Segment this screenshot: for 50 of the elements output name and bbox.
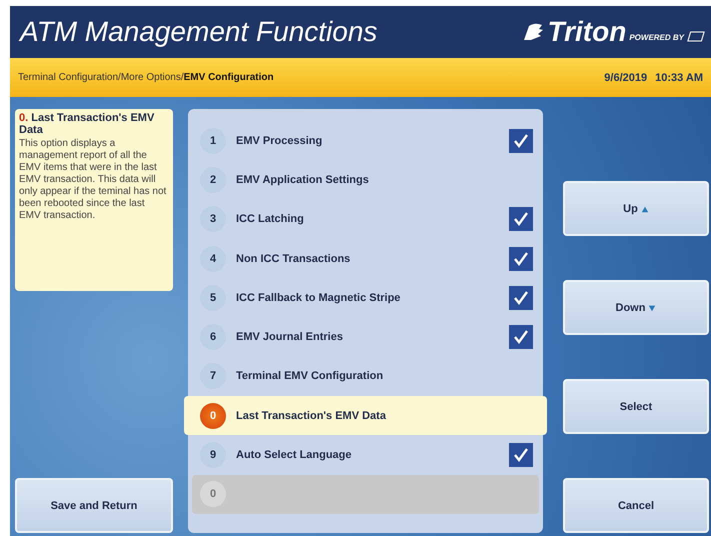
- screen-title: ATM Management Functions: [20, 16, 378, 48]
- option-row[interactable]: 0 Last Transaction's EMV Data: [184, 396, 547, 436]
- option-row[interactable]: 5 ICC Fallback to Magnetic Stripe: [192, 278, 539, 318]
- option-row[interactable]: 6 EMV Journal Entries: [192, 317, 539, 357]
- option-label: EMV Processing: [236, 134, 324, 147]
- breadcrumb: Terminal Configuration/More Options/EMV Configuration: [18, 72, 274, 83]
- save-and-return-button[interactable]: Save and Return: [15, 478, 173, 533]
- option-number: 6: [200, 324, 226, 350]
- option-number: 0: [200, 402, 226, 429]
- option-row[interactable]: 3 ICC Latching: [192, 200, 539, 239]
- option-label: Non ICC Transactions: [236, 252, 352, 265]
- checkbox-icon[interactable]: [509, 286, 533, 310]
- option-row[interactable]: 4 Non ICC Transactions: [192, 238, 539, 278]
- option-number: 5: [200, 284, 226, 311]
- date-text: 9/6/2019: [604, 72, 648, 84]
- checkbox-icon[interactable]: [509, 325, 533, 350]
- option-row[interactable]: 9 Auto Select Language: [192, 435, 539, 475]
- time-text: 10:33 AM: [655, 72, 703, 84]
- brand-tagline: POWERED BY: [629, 32, 684, 42]
- checkbox-icon[interactable]: [509, 207, 533, 232]
- down-arrow-icon: [648, 304, 656, 312]
- option-number: 4: [200, 246, 226, 272]
- logo-icon: [687, 30, 705, 42]
- option-number: 3: [200, 206, 226, 232]
- option-number: 9: [200, 442, 226, 468]
- option-number: 1: [200, 128, 226, 154]
- option-label: Last Transaction's EMV Data: [236, 410, 387, 422]
- option-label: Terminal EMV Configuration: [236, 370, 384, 382]
- option-number: 7: [200, 363, 226, 390]
- option-label: ICC Latching: [236, 213, 305, 226]
- option-label: EMV Application Settings: [236, 174, 370, 186]
- option-label: ICC Fallback to Magnetic Stripe: [236, 292, 402, 304]
- option-label: EMV Journal Entries: [236, 331, 344, 344]
- option-label: Auto Select Language: [236, 449, 353, 462]
- option-number: 2: [200, 166, 226, 193]
- help-title: 0. Last Transaction's EMV Data: [19, 112, 156, 136]
- option-number: 0: [200, 481, 226, 508]
- nav-button[interactable]: Down: [563, 280, 709, 335]
- help-text: This option displays a management report of all the EMV items that were in the last EMV transaction. This data will only appear if the teminal has not been rebooted since the last EMV transaction.: [19, 138, 168, 222]
- option-row[interactable]: 2 EMV Application Settings: [192, 160, 539, 200]
- brand-logo: Triton: [548, 16, 626, 48]
- up-arrow-icon: [640, 204, 649, 212]
- checkbox-icon[interactable]: [509, 246, 533, 271]
- checkbox-icon[interactable]: [509, 443, 533, 468]
- nav-button[interactable]: Up: [563, 181, 709, 236]
- option-row[interactable]: 1 EMV Processing: [192, 121, 539, 160]
- checkbox-icon[interactable]: [509, 128, 533, 153]
- nav-button[interactable]: Select: [563, 379, 709, 434]
- nav-button[interactable]: Cancel: [563, 478, 709, 533]
- option-row[interactable]: 7 Terminal EMV Configuration: [192, 356, 539, 396]
